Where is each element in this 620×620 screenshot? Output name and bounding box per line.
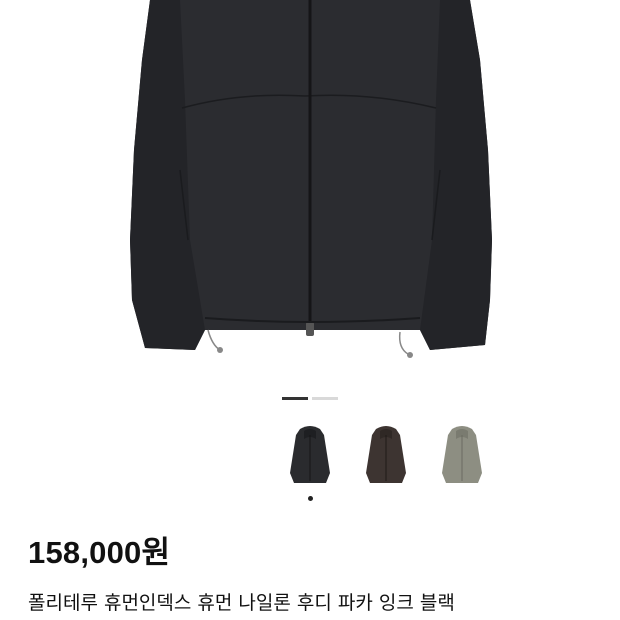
black-swatch[interactable] — [286, 423, 334, 487]
jacket-thumbnail-khaki — [442, 426, 482, 483]
product-title: 폴리테루 휴먼인덱스 휴먼 나일론 후디 파카 잉크 블랙 — [28, 592, 455, 614]
pager-indicator-active[interactable] — [282, 397, 308, 400]
brown-swatch[interactable] — [362, 423, 410, 487]
pager-indicator[interactable] — [312, 397, 338, 400]
jacket-thumbnail-brown — [366, 426, 406, 483]
image-pager[interactable] — [282, 397, 338, 400]
product-price: 158,000원 — [28, 535, 171, 570]
jacket-thumbnail-black — [290, 426, 330, 483]
product-page: 158,000원 폴리테루 휴먼인덱스 휴먼 나일론 후디 파카 잉크 블랙 — [0, 0, 620, 620]
khaki-swatch[interactable] — [438, 423, 486, 487]
selected-swatch-dot — [308, 496, 313, 501]
color-options — [286, 423, 486, 487]
product-image[interactable] — [0, 0, 620, 375]
